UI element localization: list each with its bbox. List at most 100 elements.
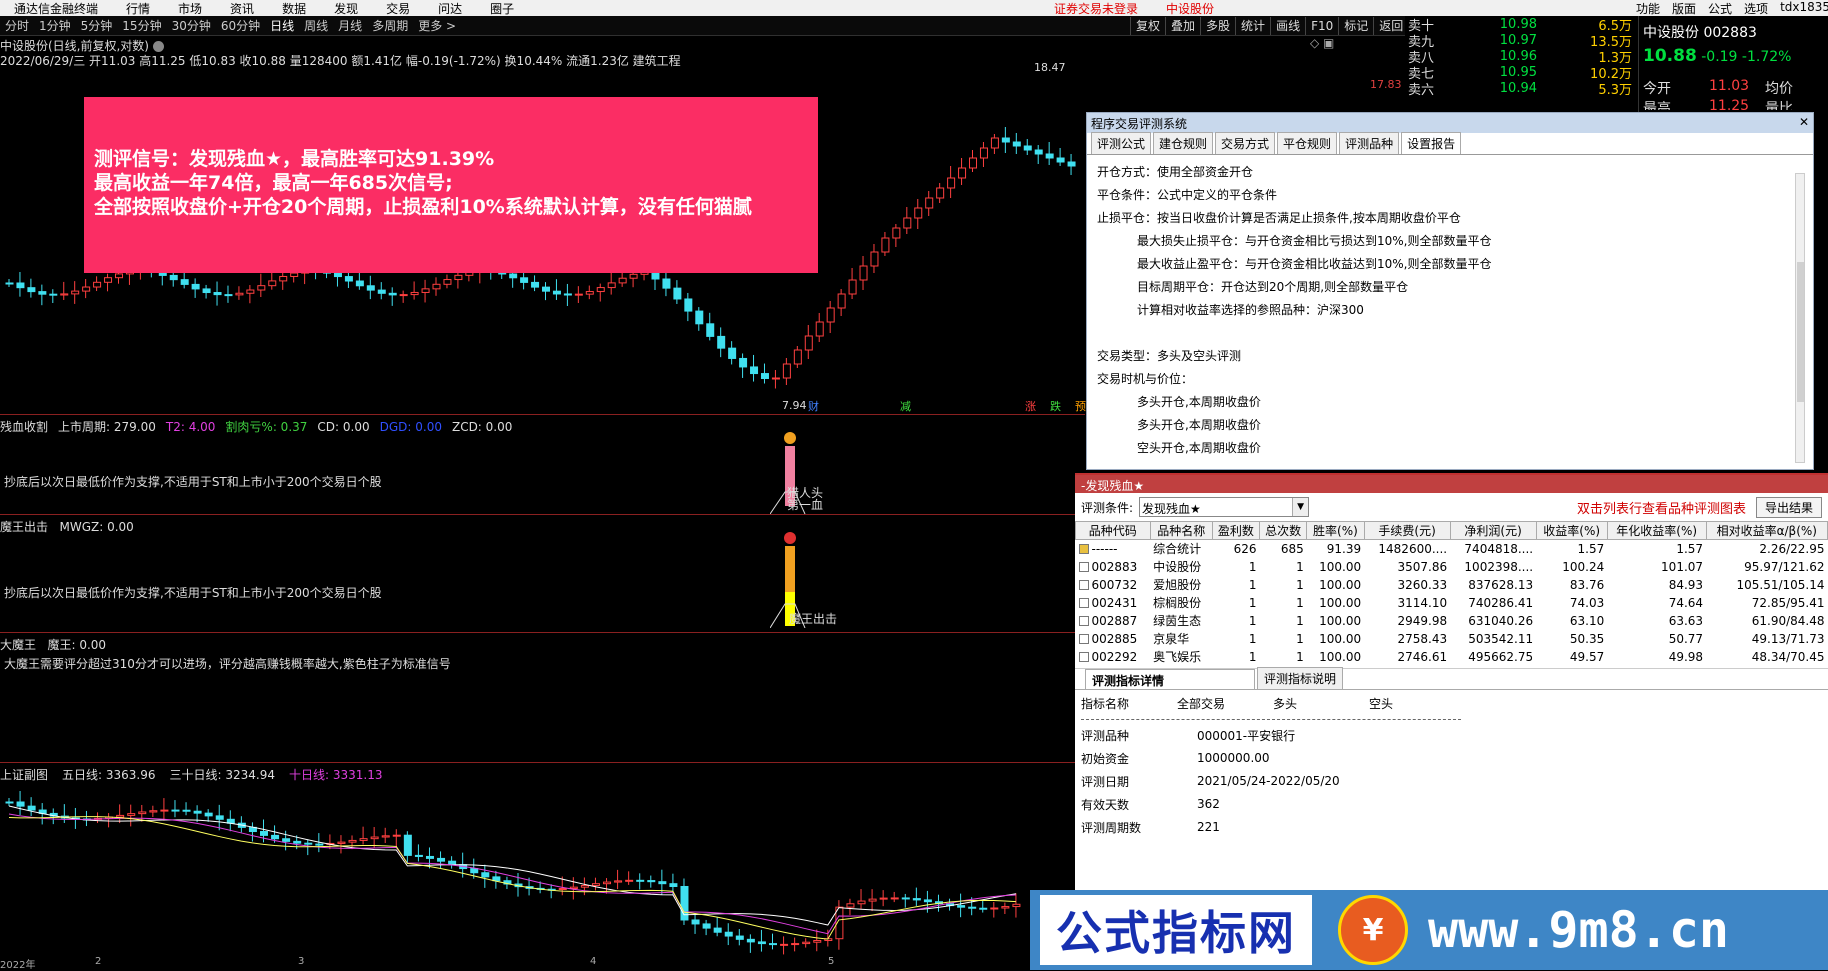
period-1[interactable]: 1分钟 [34, 17, 76, 34]
toolbar-button-7[interactable]: 返回 [1373, 17, 1408, 35]
main-candle [191, 283, 200, 290]
table-row[interactable]: 002885 京泉华 1 1 100.00 2758.43 503542.11 50.35 50… [1076, 630, 1828, 648]
cell-text: 2758.43 [1397, 631, 1448, 646]
menu-item-7[interactable]: 问达 [424, 0, 476, 16]
toolbar-button-1[interactable]: 叠加 [1165, 17, 1200, 35]
main-candle [673, 287, 682, 300]
info-icon[interactable] [152, 41, 164, 52]
status-item-0[interactable]: 功能 [1630, 0, 1666, 16]
scrollbar-thumb[interactable] [1797, 262, 1804, 402]
export-button[interactable]: 导出结果 [1755, 496, 1822, 518]
status-item-4[interactable]: tdx183539... [1774, 0, 1828, 16]
sub-candle [381, 835, 390, 838]
event-tag-4[interactable]: 预 [1075, 398, 1086, 414]
event-tag-3[interactable]: 跌 [1050, 398, 1061, 414]
menu-item-4[interactable]: 数据 [268, 0, 320, 16]
table-row[interactable]: ------ 综合统计 626 685 91.39 1482600.... 7404818.… [1076, 540, 1828, 558]
period-4[interactable]: 30分钟 [167, 17, 216, 34]
toolbar-button-4[interactable]: 画线 [1270, 17, 1305, 35]
col-header-3[interactable]: 总次数 [1259, 521, 1308, 540]
period-9[interactable]: 多周期 [367, 17, 413, 34]
backtest-tab-5[interactable]: 设置报告 [1401, 132, 1462, 154]
backtest-tab-4[interactable]: 评测品种 [1339, 132, 1400, 154]
col-header-9[interactable]: 相对收益率α/β(%) [1705, 521, 1828, 540]
chevron-down-icon[interactable]: ▼ [1292, 498, 1309, 516]
backtest-tab-0[interactable]: 评测公式 [1091, 132, 1152, 154]
col-header-5[interactable]: 手续费(元) [1363, 521, 1451, 540]
table-cell: 74.64 [1607, 594, 1706, 612]
period-3[interactable]: 15分钟 [117, 17, 166, 34]
main-candle [432, 283, 441, 290]
main-candle [892, 227, 901, 239]
table-cell: 奥飞娱乐 [1150, 648, 1212, 666]
sub-candle [127, 813, 136, 816]
col-header-0[interactable]: 品种代码 [1075, 521, 1151, 540]
main-candle [224, 294, 233, 297]
col-header-6[interactable]: 净利润(元) [1449, 521, 1537, 540]
toolbar-button-2[interactable]: 多股 [1200, 17, 1235, 35]
backtest-tab-2[interactable]: 交易方式 [1215, 132, 1276, 154]
sub-candle [957, 905, 966, 908]
toolbar-button-3[interactable]: 统计 [1235, 17, 1270, 35]
condition-select[interactable]: 发现残血★ ▼ [1139, 497, 1310, 517]
sub-candle [802, 941, 811, 945]
col-header-4[interactable]: 胜率(%) [1306, 521, 1365, 540]
order-row-4[interactable]: 卖六 10.94 5.3万 [1405, 80, 1638, 98]
backtest-tab-1[interactable]: 建仓规则 [1153, 132, 1214, 154]
panel1-field-5: ZCD: 0.00 [451, 420, 513, 434]
event-tag-1[interactable]: 减 [900, 398, 911, 414]
detail-tab-1[interactable]: 评测指标说明 [1257, 666, 1344, 689]
status-item-3[interactable]: 选项 [1738, 0, 1774, 16]
event-tag-2[interactable]: 涨 [1025, 398, 1036, 414]
table-row[interactable]: 002292 奥飞娱乐 1 1 100.00 2746.61 495662.75 49.57 4… [1076, 648, 1828, 666]
stock-info-panel: 中设股份 002883 10.88 -0.19 -1.72% 今开 11.03 均价… [1638, 16, 1828, 116]
toolbar-button-6[interactable]: 标记 [1338, 17, 1373, 35]
banner-site-name: 公式指标网 [1040, 895, 1312, 965]
table-row[interactable]: 600732 爱旭股份 1 1 100.00 3260.33 837628.13 83.76 8… [1076, 576, 1828, 594]
table-cell: 91.39 [1307, 540, 1364, 558]
period-6[interactable]: 日线 [265, 17, 299, 34]
period-2[interactable]: 5分钟 [76, 17, 118, 34]
toolbar-button-5[interactable]: F10 [1305, 17, 1338, 35]
toolbar-button-0[interactable]: 复权 [1130, 17, 1165, 35]
open-label: 今开 [1643, 81, 1671, 97]
status-item-2[interactable]: 公式 [1702, 0, 1738, 16]
period-0[interactable]: 分时 [0, 17, 34, 34]
menu-item-8[interactable]: 圈子 [476, 0, 528, 16]
panel4-field-1: 三十日线: 3234.94 [169, 768, 275, 782]
col-header-1[interactable]: 品种名称 [1149, 521, 1213, 540]
period-7[interactable]: 周线 [299, 17, 333, 34]
col-header-8[interactable]: 年化收益率(%) [1606, 521, 1707, 540]
menu-item-1[interactable]: 行情 [112, 0, 164, 16]
report-line-5: 目标周期平仓：开仓达到20个周期,则全部数量平仓 [1137, 280, 1409, 294]
table-cell: 740286.41 [1450, 594, 1536, 612]
avg-label: 均价 [1765, 81, 1793, 97]
menu-item-6[interactable]: 交易 [372, 0, 424, 16]
col-header-2[interactable]: 盈利数 [1211, 521, 1261, 540]
table-row[interactable]: 002431 棕榈股份 1 1 100.00 3114.10 740286.41 74.03 7… [1076, 594, 1828, 612]
menu-item-3[interactable]: 资讯 [216, 0, 268, 16]
period-5[interactable]: 60分钟 [216, 17, 265, 34]
main-candle [870, 251, 879, 267]
cell-text: 100.00 [1319, 649, 1362, 664]
table-row[interactable]: 002887 绿茵生态 1 1 100.00 2949.98 631040.26 63.10 6… [1076, 612, 1828, 630]
menu-item-2[interactable]: 市场 [164, 0, 216, 16]
ratio-label: 量比 [1765, 101, 1793, 110]
detail-tab-0[interactable]: 评测指标详情 [1085, 668, 1255, 689]
event-tag-0[interactable]: 财 [808, 398, 819, 414]
index-subchart[interactable] [0, 782, 1030, 960]
backtest-tab-3[interactable]: 平仓规则 [1277, 132, 1338, 154]
login-warning[interactable]: 证券交易未登录 [1040, 0, 1152, 16]
period-10[interactable]: 更多 > [413, 17, 461, 34]
status-item-1[interactable]: 版面 [1666, 0, 1702, 16]
vertical-scrollbar[interactable] [1795, 173, 1805, 463]
chart-window-controls[interactable]: ◇ ▣ [1310, 36, 1334, 50]
cell-text: 74.64 [1668, 595, 1704, 610]
table-row[interactable]: 002883 中设股份 1 1 100.00 3507.86 1002398.... 100.… [1076, 558, 1828, 576]
period-8[interactable]: 月线 [333, 17, 367, 34]
table-cell: 棕榈股份 [1150, 594, 1212, 612]
menu-item-5[interactable]: 发现 [320, 0, 372, 16]
col-header-7[interactable]: 收益率(%) [1535, 521, 1608, 540]
close-icon[interactable]: ✕ [1799, 115, 1809, 131]
menu-item-0[interactable]: 通达信金融终端 [0, 0, 112, 16]
